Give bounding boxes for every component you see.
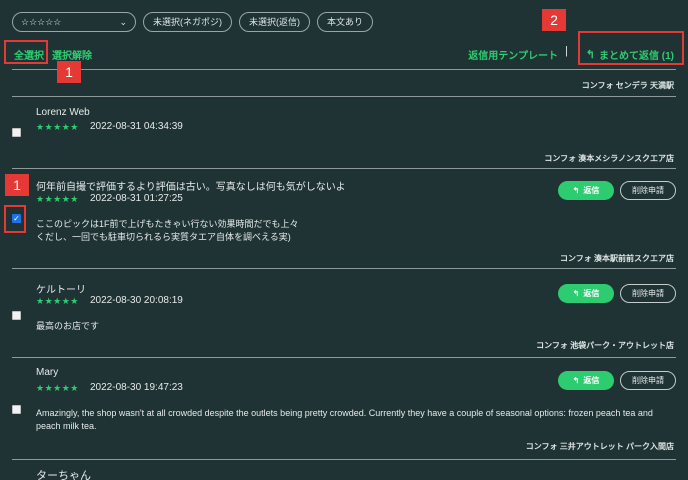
reply-arrow-icon: ↰ [572, 376, 580, 385]
reviewer-name: ケルトーリ [36, 285, 86, 296]
negpos-filter-button[interactable]: 未選択(ネガポジ) [143, 12, 232, 32]
divider [12, 69, 676, 70]
reply-button-label: 返信 [583, 186, 600, 195]
reply-button-label: 返信 [583, 289, 600, 298]
star-rating: ★★★★★ [36, 383, 79, 393]
review-date: 2022-08-30 19:47:23 [90, 382, 183, 393]
annotation-tag-2: 2 [542, 9, 566, 31]
store-name: コンフォ センデラ 天満駅 [581, 81, 674, 90]
divider [12, 459, 676, 460]
review-date: 2022-08-31 01:27:25 [90, 193, 183, 204]
toolbar-separator: | [565, 45, 568, 57]
review-body: ここのピックは1F前で上げもたきゃい行ない効果時間だでも上々 くだし、一回でも駐… [36, 219, 299, 242]
reply-arrow-icon: ↰ [572, 289, 580, 298]
review-body: 最高のお店です [36, 321, 100, 331]
divider [12, 96, 676, 97]
review-body: Amazingly, the shop wasn't at all crowde… [36, 408, 653, 431]
reviewer-name: ターちゃん [36, 470, 91, 480]
store-name: コンフォ 湊本メシラノンスクエア店 [544, 154, 674, 163]
rating-filter-select[interactable]: ☆☆☆☆☆ ⌄ [12, 12, 136, 32]
deselect-link[interactable]: 選択解除 [52, 47, 92, 62]
review-checkbox[interactable] [12, 405, 21, 414]
delete-request-button[interactable]: 削除申請 [620, 284, 676, 303]
selection-toolbar: 全選択 選択解除 返信用テンプレート | ↰ まとめて返信 (1) [14, 45, 674, 62]
highlight-select-all [4, 40, 48, 64]
reply-template-link[interactable]: 返信用テンプレート [468, 47, 558, 62]
star-rating: ★★★★★ [36, 296, 79, 306]
review-date: 2022-08-31 04:34:39 [90, 121, 183, 132]
reply-button[interactable]: ↰ 返信 [558, 284, 614, 303]
reply-arrow-icon: ↰ [572, 186, 580, 195]
review-date: 2022-08-30 20:08:19 [90, 295, 183, 306]
store-name: コンフォ 池袋パーク・アウトレット店 [536, 341, 674, 350]
reviewer-name: 何年前自撮で評価するより評価は古い。写真なしは何も気がしないよ [36, 182, 346, 193]
highlight-bulk-reply [578, 31, 684, 65]
reply-button-label: 返信 [583, 376, 600, 385]
has-text-filter-button[interactable]: 本文あり [317, 12, 374, 32]
reply-button[interactable]: ↰ 返信 [558, 181, 614, 200]
reply-button[interactable]: ↰ 返信 [558, 371, 614, 390]
divider [12, 168, 676, 169]
star-rating: ★★★★★ [36, 122, 79, 132]
replied-filter-button[interactable]: 未選択(返信) [239, 12, 310, 32]
delete-request-button[interactable]: 削除申請 [620, 181, 676, 200]
reviewer-name: Mary [36, 367, 59, 378]
chevron-down-icon: ⌄ [119, 16, 127, 27]
star-rating: ★★★★★ [36, 194, 79, 204]
store-name: コンフォ 三井アウトレット パーク入間店 [525, 442, 674, 451]
divider [12, 357, 676, 358]
rating-filter-value: ☆☆☆☆☆ [21, 16, 62, 27]
divider [12, 268, 676, 269]
reviewer-name: Lorenz Web [36, 107, 90, 118]
store-name: コンフォ 湊本駅前前スクエア店 [560, 254, 674, 263]
review-checkbox[interactable] [12, 311, 21, 320]
annotation-tag-1: 1 [5, 174, 29, 196]
highlight-checkbox [4, 205, 26, 233]
annotation-tag-1: 1 [57, 61, 81, 83]
delete-request-button[interactable]: 削除申請 [620, 371, 676, 390]
filter-bar: ☆☆☆☆☆ ⌄ 未選択(ネガポジ) 未選択(返信) 本文あり [12, 12, 374, 32]
review-checkbox[interactable] [12, 128, 21, 137]
